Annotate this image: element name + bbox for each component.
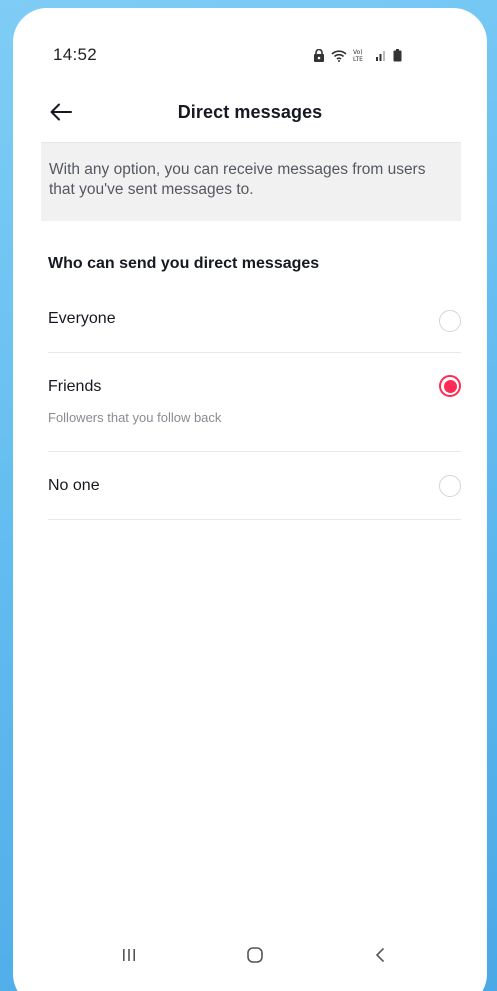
option-friends[interactable]: Friends Followers that you follow back — [48, 368, 461, 438]
nav-back-button[interactable] — [365, 942, 395, 972]
svg-text:LTE: LTE — [353, 56, 363, 62]
divider — [48, 519, 461, 520]
info-box: With any option, you can receive message… — [41, 143, 461, 221]
signal-icon — [375, 49, 387, 61]
phone-screen: 14:52 Vo) LTE Direct messages With any o… — [13, 8, 487, 991]
status-icons: Vo) LTE — [313, 48, 402, 62]
home-icon — [246, 946, 264, 969]
option-subtitle: Followers that you follow back — [48, 410, 222, 425]
divider — [48, 451, 461, 452]
radio-no-one[interactable] — [439, 475, 461, 497]
status-bar: 14:52 Vo) LTE — [13, 8, 487, 88]
lock-icon — [313, 48, 325, 62]
recent-apps-button[interactable] — [114, 942, 144, 972]
back-icon — [374, 947, 386, 968]
system-nav-bar — [13, 938, 487, 978]
radio-friends[interactable] — [439, 375, 461, 397]
option-no-one[interactable]: No one — [48, 467, 461, 507]
radio-everyone[interactable] — [439, 310, 461, 332]
svg-text:Vo): Vo) — [353, 49, 363, 56]
info-text: With any option, you can receive message… — [49, 161, 426, 198]
battery-icon — [393, 48, 402, 62]
option-label: No one — [48, 477, 100, 494]
status-time: 14:52 — [53, 45, 98, 64]
section-title: Who can send you direct messages — [48, 255, 320, 272]
recent-apps-icon — [121, 947, 137, 968]
volte-icon: Vo) LTE — [353, 48, 369, 62]
option-everyone[interactable]: Everyone — [48, 301, 461, 341]
page-title: Direct messages — [177, 102, 323, 122]
wifi-icon — [331, 49, 347, 62]
app-header: Direct messages — [13, 88, 487, 140]
divider — [48, 352, 461, 353]
home-button[interactable] — [240, 942, 270, 972]
option-label: Everyone — [48, 310, 116, 327]
option-label: Friends — [48, 378, 102, 395]
